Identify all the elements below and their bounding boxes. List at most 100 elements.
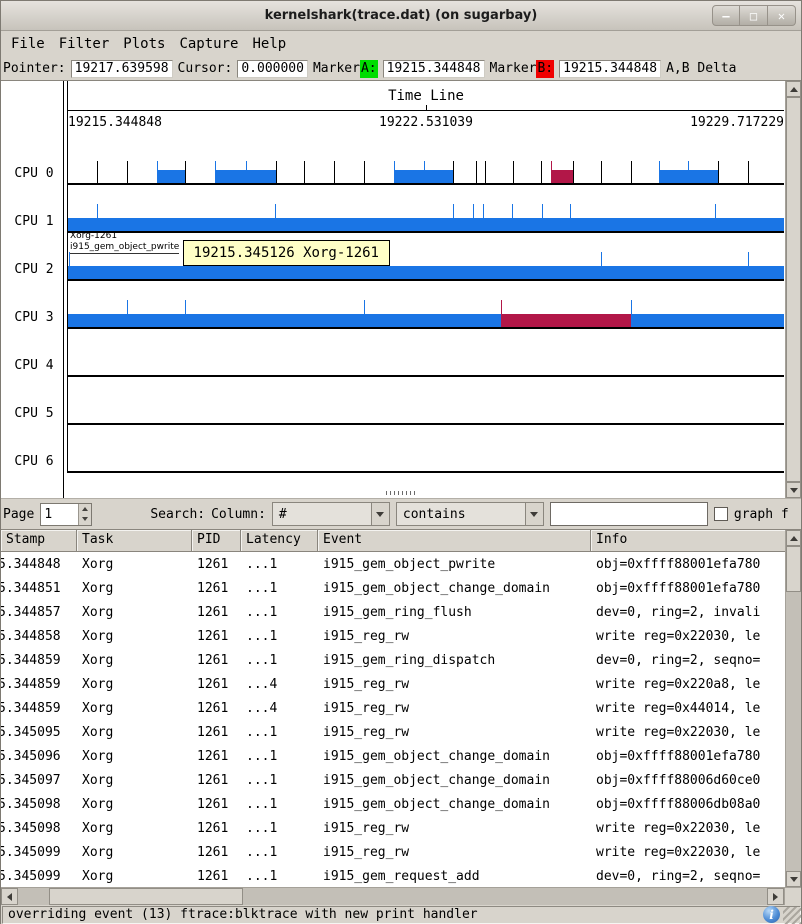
timeline-event-tick[interactable] xyxy=(364,161,365,183)
timeline-span-red[interactable] xyxy=(551,170,572,183)
timeline-event-tick[interactable] xyxy=(501,300,502,314)
maximize-button[interactable]: □ xyxy=(740,5,768,26)
header-event[interactable]: Event xyxy=(318,530,591,552)
timeline-event-tick[interactable] xyxy=(453,204,454,218)
pane-resize-handle[interactable] xyxy=(386,491,416,495)
table-row[interactable]: 5.345098Xorg1261...1i915_gem_object_chan… xyxy=(1,792,787,816)
timeline-event-tick[interactable] xyxy=(715,204,716,218)
hscrollbar-trough[interactable] xyxy=(18,888,767,905)
table-vertical-scrollbar[interactable] xyxy=(785,530,801,887)
cpu5-plot[interactable] xyxy=(67,377,784,425)
header-task[interactable]: Task xyxy=(77,530,192,552)
table-row[interactable]: 5.344851Xorg1261...1i915_gem_object_chan… xyxy=(1,576,787,600)
column-dropdown[interactable]: # xyxy=(272,502,390,526)
timeline-event-tick[interactable] xyxy=(485,161,486,183)
menu-file[interactable]: File xyxy=(11,36,45,52)
table-row[interactable]: 5.345095Xorg1261...1i915_reg_rwwrite reg… xyxy=(1,720,787,744)
page-increment-button[interactable] xyxy=(79,504,91,515)
timeline-event-tick[interactable] xyxy=(185,300,186,314)
timeline-event-tick[interactable] xyxy=(718,161,719,183)
timeline-span-blue[interactable] xyxy=(68,266,784,279)
scroll-down-button[interactable] xyxy=(786,482,801,498)
timeline-event-tick[interactable] xyxy=(215,161,216,183)
timeline-span-blue[interactable] xyxy=(68,314,784,327)
timeline-span-blue[interactable] xyxy=(157,170,185,183)
table-row[interactable]: 5.345099Xorg1261...1i915_reg_rwwrite reg… xyxy=(1,840,787,864)
table-row[interactable]: 5.344859Xorg1261...4i915_reg_rwwrite reg… xyxy=(1,672,787,696)
timeline-event-tick[interactable] xyxy=(127,161,128,183)
table-scrollbar-thumb[interactable] xyxy=(786,546,801,592)
table-row[interactable]: 5.345097Xorg1261...1i915_gem_object_chan… xyxy=(1,768,787,792)
timeline-event-tick[interactable] xyxy=(476,161,477,183)
scroll-left-button[interactable] xyxy=(1,888,18,905)
scroll-up-button[interactable] xyxy=(786,81,801,97)
graph-scrollbar-thumb[interactable] xyxy=(786,97,801,482)
timeline-span-red[interactable] xyxy=(501,314,631,327)
table-row[interactable]: 5.345096Xorg1261...1i915_gem_object_chan… xyxy=(1,744,787,768)
match-dropdown[interactable]: contains xyxy=(396,502,544,526)
table-row[interactable]: 5.345099Xorg1261...1i915_gem_request_add… xyxy=(1,864,787,887)
timeline-event-tick[interactable] xyxy=(748,252,749,266)
timeline-event-tick[interactable] xyxy=(570,204,571,218)
timeline-event-tick[interactable] xyxy=(631,161,632,183)
timeline-event-tick[interactable] xyxy=(69,252,70,266)
minimize-button[interactable]: – xyxy=(712,5,740,26)
timeline-event-tick[interactable] xyxy=(631,300,632,314)
scroll-up-button[interactable] xyxy=(786,530,801,546)
header-latency[interactable]: Latency xyxy=(241,530,318,552)
table-scrollbar-trough[interactable] xyxy=(786,592,801,871)
timeline-event-tick[interactable] xyxy=(541,161,542,183)
menu-filter[interactable]: Filter xyxy=(59,36,110,52)
resize-grip[interactable] xyxy=(783,907,801,924)
title-bar[interactable]: kernelshark(trace.dat) (on sugarbay) – □… xyxy=(1,1,801,31)
timeline-graph-area[interactable]: Time Line 19215.344848 19222.531039 1922… xyxy=(1,80,801,498)
table-row[interactable]: 5.345098Xorg1261...1i915_reg_rwwrite reg… xyxy=(1,816,787,840)
cpu3-plot[interactable] xyxy=(67,281,784,329)
timeline-event-tick[interactable] xyxy=(275,204,276,218)
timeline-event-tick[interactable] xyxy=(688,161,689,183)
timeline-event-tick[interactable] xyxy=(512,204,513,218)
timeline-event-tick[interactable] xyxy=(542,204,543,218)
table-horizontal-scrollbar[interactable] xyxy=(1,887,801,905)
menu-plots[interactable]: Plots xyxy=(123,36,165,52)
header-info[interactable]: Info xyxy=(591,530,787,552)
timeline-event-tick[interactable] xyxy=(601,252,602,266)
timeline-event-tick[interactable] xyxy=(157,161,158,183)
timeline-event-tick[interactable] xyxy=(246,161,247,183)
table-row[interactable]: 5.344857Xorg1261...1i915_gem_ring_flushd… xyxy=(1,600,787,624)
cpu6-plot[interactable] xyxy=(67,425,784,473)
graph-follows-checkbox[interactable] xyxy=(714,507,728,521)
cpu0-plot[interactable] xyxy=(67,137,784,185)
header-stamp[interactable]: Stamp xyxy=(1,530,77,552)
cpu4-plot[interactable] xyxy=(67,329,784,377)
page-decrement-button[interactable] xyxy=(79,514,91,525)
cpu1-plot[interactable] xyxy=(67,185,784,233)
timeline-event-tick[interactable] xyxy=(473,204,474,218)
timeline-event-tick[interactable] xyxy=(659,161,660,183)
menu-help[interactable]: Help xyxy=(252,36,286,52)
timeline-event-tick[interactable] xyxy=(424,161,425,183)
timeline-span-blue[interactable] xyxy=(68,218,784,231)
scroll-down-button[interactable] xyxy=(786,871,801,887)
timeline-event-tick[interactable] xyxy=(551,161,552,183)
timeline-event-tick[interactable] xyxy=(304,161,305,183)
timeline-event-tick[interactable] xyxy=(573,161,574,183)
timeline-event-tick[interactable] xyxy=(97,204,98,218)
timeline-event-tick[interactable] xyxy=(276,161,277,183)
timeline-event-tick[interactable] xyxy=(453,161,454,183)
timeline-event-tick[interactable] xyxy=(513,161,514,183)
timeline-event-tick[interactable] xyxy=(334,161,335,183)
timeline-event-tick[interactable] xyxy=(601,161,602,183)
timeline-event-tick[interactable] xyxy=(394,161,395,183)
graph-vertical-scrollbar[interactable] xyxy=(785,81,801,498)
timeline-event-tick[interactable] xyxy=(185,161,186,183)
table-row[interactable]: 5.344858Xorg1261...1i915_reg_rwwrite reg… xyxy=(1,624,787,648)
hscrollbar-thumb[interactable] xyxy=(49,888,243,905)
cpu2-plot[interactable]: Xorg-1261 i915_gem_object_pwrite 19215.3… xyxy=(67,233,784,281)
close-button[interactable]: ✕ xyxy=(768,5,796,26)
header-pid[interactable]: PID xyxy=(192,530,241,552)
scroll-right-button[interactable] xyxy=(767,888,784,905)
page-spinner[interactable]: 1 xyxy=(40,503,92,526)
timeline-event-tick[interactable] xyxy=(483,204,484,218)
table-row[interactable]: 5.344859Xorg1261...4i915_reg_rwwrite reg… xyxy=(1,696,787,720)
